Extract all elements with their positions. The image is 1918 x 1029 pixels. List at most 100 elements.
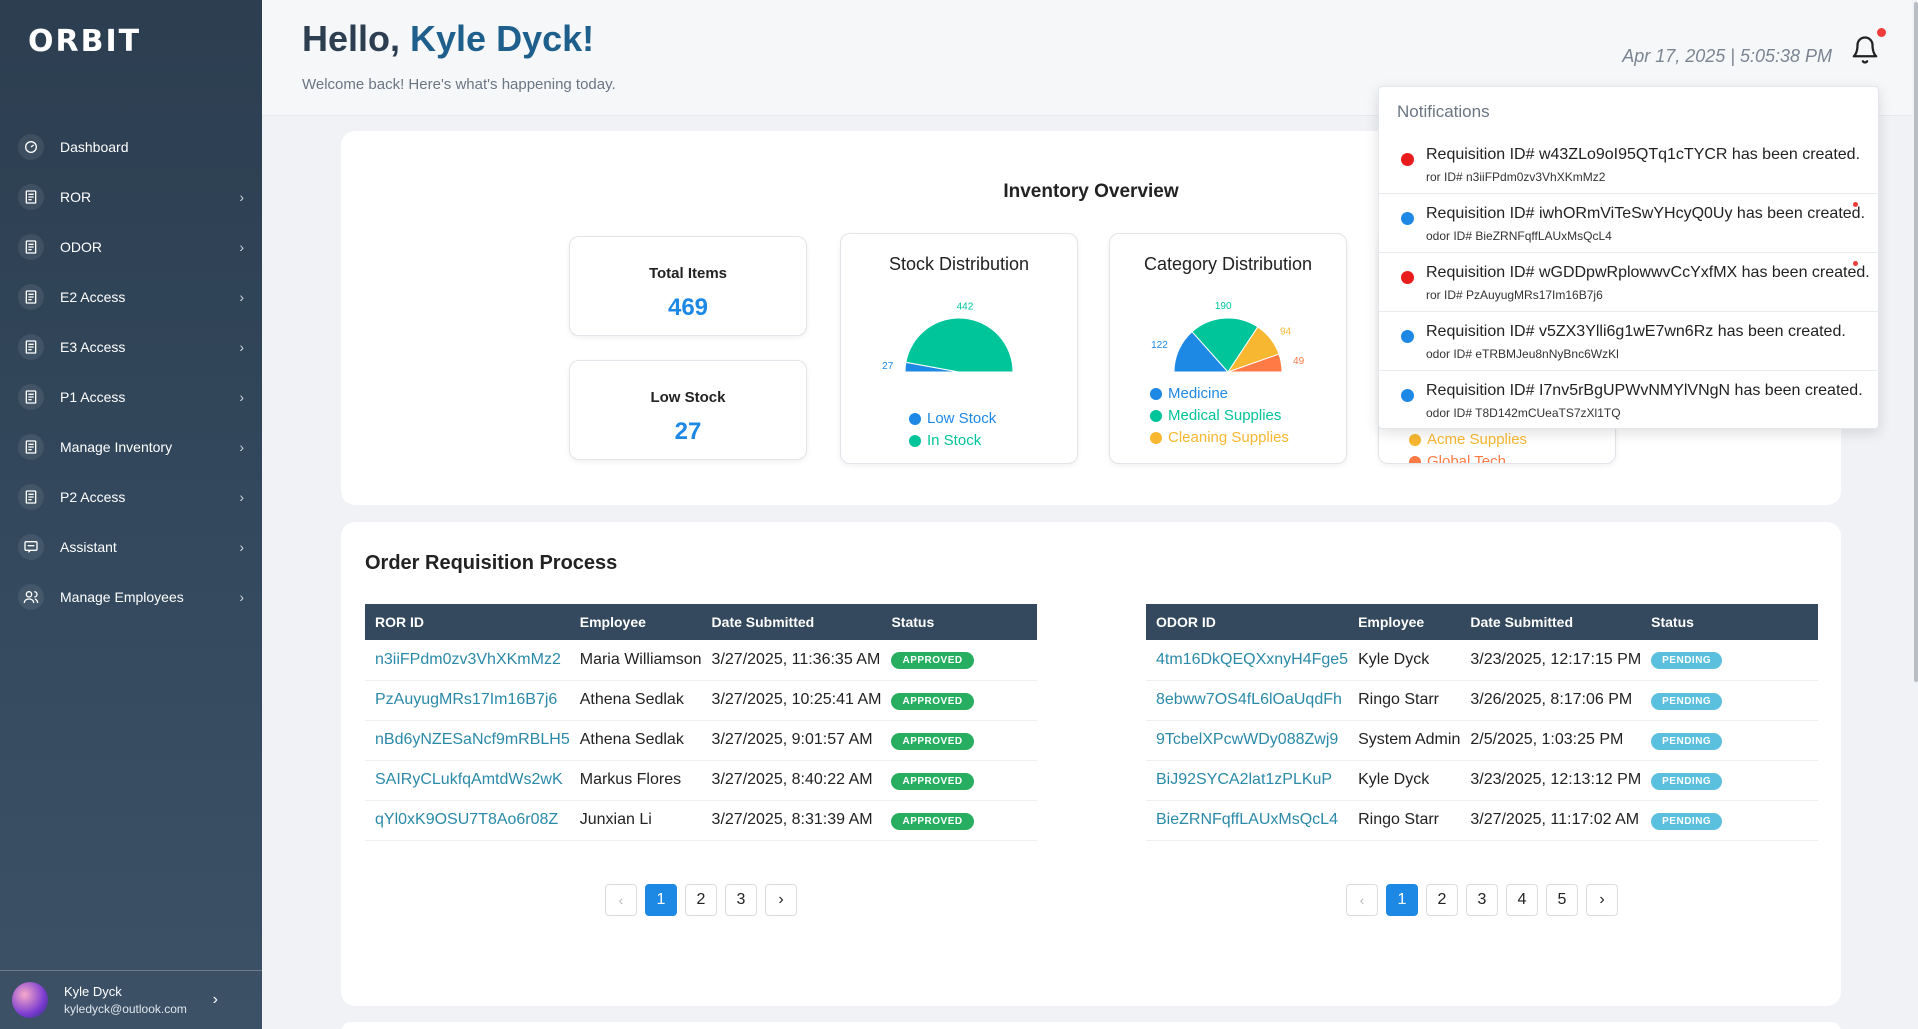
legend-item: Medical Supplies <box>1150 407 1386 424</box>
category-legend: Medicine Medical Supplies Cleaning Suppl… <box>1150 385 1386 451</box>
column-header[interactable]: ROR ID <box>365 604 570 640</box>
notification-type-dot <box>1401 389 1414 402</box>
page-button[interactable]: 2 <box>685 884 717 916</box>
page-button[interactable]: 4 <box>1506 884 1538 916</box>
status-cell: PENDING <box>1641 720 1818 761</box>
document-icon <box>18 434 44 460</box>
user-profile[interactable]: Kyle Dyck kyledyck@outlook.com › <box>0 970 262 1029</box>
table-row[interactable]: BiJ92SYCA2lat1zPLKuP Kyle Dyck 3/23/2025, … <box>1146 760 1818 801</box>
status-cell: PENDING <box>1641 800 1818 841</box>
scrollbar-thumb[interactable] <box>1914 2 1918 682</box>
date-cell: 3/27/2025, 9:01:57 AM <box>701 720 882 761</box>
column-header[interactable]: Status <box>881 604 1037 640</box>
table-row[interactable]: nBd6yNZESaNcf9mRBLH5 Athena Sedlak 3/27/20… <box>365 720 1037 761</box>
table-row[interactable]: qYl0xK9OSU7T8Ao6r08Z Junxian Li 3/27/2025,… <box>365 800 1037 841</box>
sidebar-item-label: E2 Access <box>60 289 126 305</box>
requisition-id-link[interactable]: BieZRNFqffLAUxMsQcL4 <box>1146 800 1349 841</box>
next-page-button[interactable]: › <box>1586 884 1618 916</box>
status-badge: APPROVED <box>891 732 974 750</box>
requisition-id-link[interactable]: qYl0xK9OSU7T8Ao6r08Z <box>365 800 570 841</box>
status-cell: APPROVED <box>881 800 1037 841</box>
legend-dot <box>1150 387 1162 400</box>
sidebar-item-manage-employees[interactable]: Manage Employees › <box>0 572 262 622</box>
document-icon <box>18 384 44 410</box>
slice-label: 190 <box>1215 301 1232 312</box>
requisition-id-link[interactable]: 4tm16DkQEQXxnyH4Fge5 <box>1146 640 1349 681</box>
page-button[interactable]: 2 <box>1426 884 1458 916</box>
page-title: Hello, Kyle Dyck! <box>302 18 594 60</box>
sidebar-item-p1-access[interactable]: P1 Access › <box>0 372 262 422</box>
page-button[interactable]: 3 <box>1466 884 1498 916</box>
notification-item[interactable]: Requisition ID# iwhORmViTeSwYHcyQ0Uy has… <box>1379 194 1880 253</box>
column-header[interactable]: Date Submitted <box>701 604 882 640</box>
low-stock-card: Low Stock 27 <box>569 360 807 460</box>
sidebar-item-e2-access[interactable]: E2 Access › <box>0 272 262 322</box>
notifications-title: Notifications <box>1397 102 1490 121</box>
notification-text: Requisition ID# v5ZX3Ylli6g1wE7wn6Rz has… <box>1426 323 1846 340</box>
notification-item[interactable]: Requisition ID# v5ZX3Ylli6g1wE7wn6Rz has… <box>1379 312 1880 371</box>
requisition-id-link[interactable]: SAIRyCLukfqAmtdWs2wK <box>365 760 570 801</box>
column-header[interactable]: Date Submitted <box>1460 604 1642 640</box>
page-scrollbar[interactable] <box>1912 0 1918 1029</box>
sidebar-item-e3-access[interactable]: E3 Access › <box>0 322 262 372</box>
table-header-row: ROR ID Employee Date Submitted Status <box>365 604 1037 640</box>
employee-cell: Markus Flores <box>569 760 702 801</box>
table-row[interactable]: n3iiFPdm0zv3VhXKmMz2 Maria Williamson 3/27… <box>365 640 1037 681</box>
requisition-id-link[interactable]: PzAuyugMRs17Im16B7j6 <box>365 680 570 721</box>
table-row[interactable]: SAIRyCLukfqAmtdWs2wK Markus Flores 3/27/20… <box>365 760 1037 801</box>
chevron-right-icon: › <box>239 389 244 405</box>
bell-icon[interactable] <box>1850 34 1880 66</box>
prev-page-button[interactable]: ‹ <box>605 884 637 916</box>
app-logo[interactable]: ORBIT <box>28 24 141 59</box>
page-button[interactable]: 1 <box>645 884 677 916</box>
requisition-id-link[interactable]: n3iiFPdm0zv3VhXKmMz2 <box>365 640 570 681</box>
chevron-right-icon[interactable]: › <box>213 991 218 1009</box>
column-header[interactable]: Status <box>1641 604 1818 640</box>
notification-type-dot <box>1401 271 1414 284</box>
sidebar-item-dashboard[interactable]: Dashboard <box>0 122 262 172</box>
date-cell: 3/23/2025, 12:17:15 PM <box>1460 640 1642 681</box>
table-row[interactable]: 4tm16DkQEQXxnyH4Fge5 Kyle Dyck 3/23/2025, … <box>1146 640 1818 681</box>
sidebar-item-ror[interactable]: ROR › <box>0 172 262 222</box>
pie-slice[interactable] <box>905 317 1014 373</box>
document-icon <box>18 184 44 210</box>
ror-pagination: ‹ 1 2 3 › <box>605 884 805 916</box>
status-badge: APPROVED <box>891 812 974 830</box>
page-button[interactable]: 3 <box>725 884 757 916</box>
legend-label: Medicine <box>1168 385 1229 402</box>
page-button[interactable]: 5 <box>1546 884 1578 916</box>
sidebar-item-p2-access[interactable]: P2 Access › <box>0 472 262 522</box>
prev-page-button[interactable]: ‹ <box>1346 884 1378 916</box>
sidebar-item-assistant[interactable]: Assistant › <box>0 522 262 572</box>
document-icon <box>18 484 44 510</box>
notification-type-dot <box>1401 212 1414 225</box>
requisition-id-link[interactable]: 8ebww7OS4fL6lOaUqdFh <box>1146 680 1349 721</box>
requisition-id-link[interactable]: BiJ92SYCA2lat1zPLKuP <box>1146 760 1349 801</box>
table-row[interactable]: PzAuyugMRs17Im16B7j6 Athena Sedlak 3/27/20… <box>365 680 1037 721</box>
notification-item[interactable]: Requisition ID# wGDDpwRplowwvCcYxfMX has… <box>1379 253 1880 312</box>
next-page-button[interactable]: › <box>765 884 797 916</box>
employee-cell: Junxian Li <box>569 800 702 841</box>
notification-subtext: odor ID# eTRBMJeu8nNyBnc6WzKl <box>1426 347 1619 361</box>
notification-item[interactable]: Requisition ID# w43ZLo9oI95QTq1cTYCR has… <box>1379 135 1880 194</box>
requisition-id-link[interactable]: 9TcbelXPcwWDy088Zwj9 <box>1146 720 1349 761</box>
table-row[interactable]: 8ebww7OS4fL6lOaUqdFh Ringo Starr 3/26/2025… <box>1146 680 1818 721</box>
chevron-right-icon: › <box>239 239 244 255</box>
notification-subtext: odor ID# BieZRNFqffLAUxMsQcL4 <box>1426 229 1612 243</box>
table-row[interactable]: BieZRNFqffLAUxMsQcL4 Ringo Starr 3/27/2025… <box>1146 800 1818 841</box>
status-cell: APPROVED <box>881 760 1037 801</box>
table-row[interactable]: 9TcbelXPcwWDy088Zwj9 System Admin 2/5/2025… <box>1146 720 1818 761</box>
sidebar-item-odor[interactable]: ODOR › <box>0 222 262 272</box>
category-distribution-card: Category Distribution 122 190 94 49 Medicin… <box>1109 233 1347 464</box>
notification-item[interactable]: Requisition ID# I7nv5rBgUPWvNMYlVNgN has… <box>1379 371 1880 430</box>
page-button[interactable]: 1 <box>1386 884 1418 916</box>
sidebar-item-manage-inventory[interactable]: Manage Inventory › <box>0 422 262 472</box>
requisition-id-link[interactable]: nBd6yNZESaNcf9mRBLH5 <box>365 720 570 761</box>
dashboard-icon <box>18 134 44 160</box>
column-header[interactable]: Employee <box>569 604 702 640</box>
column-header[interactable]: ODOR ID <box>1146 604 1349 640</box>
requisition-title: Order Requisition Process <box>365 552 618 574</box>
greeting-name: Kyle Dyck! <box>410 18 595 59</box>
users-icon <box>18 584 44 610</box>
column-header[interactable]: Employee <box>1348 604 1461 640</box>
